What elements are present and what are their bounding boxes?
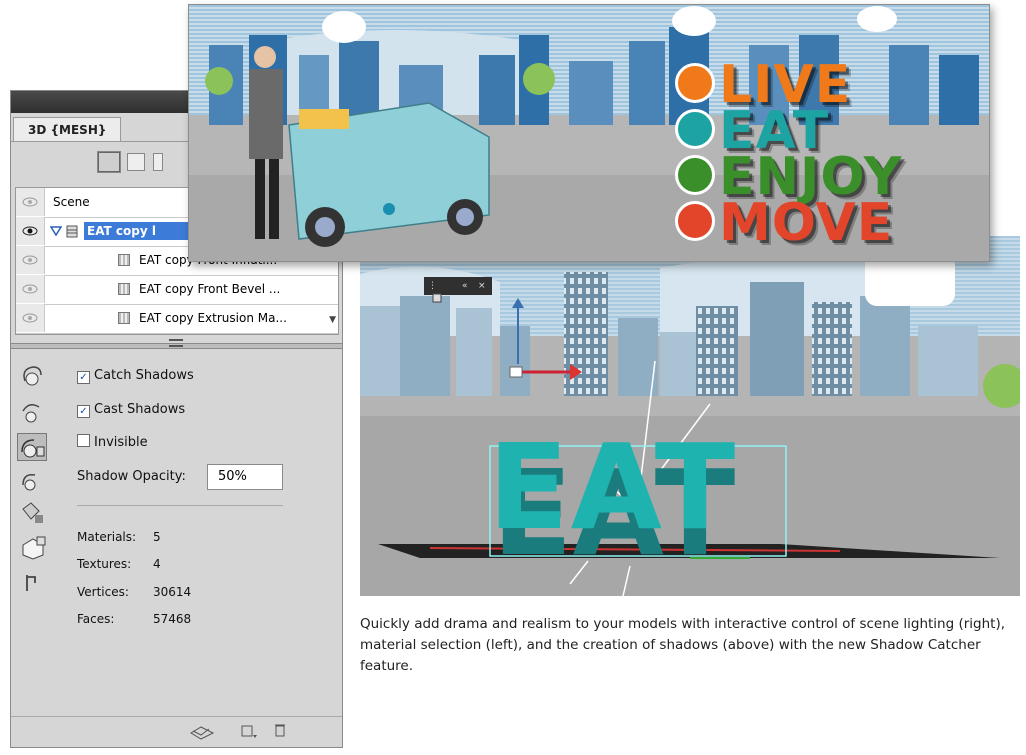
- grab-tool-icon[interactable]: [17, 569, 47, 597]
- faces-stat-label: Faces:: [77, 612, 115, 626]
- widget-collapse-icon[interactable]: «: [462, 277, 468, 295]
- materials-filter-button[interactable]: [153, 153, 163, 171]
- trash-icon[interactable]: [273, 721, 287, 739]
- material-drop-tool-icon[interactable]: [17, 499, 47, 527]
- visibility-eye-icon[interactable]: [16, 275, 45, 303]
- textures-stat: Textures: 4: [77, 557, 161, 571]
- slide-mesh-tool-icon[interactable]: [17, 467, 47, 495]
- visibility-eye-icon[interactable]: [16, 217, 45, 245]
- materials-stat-label: Materials:: [77, 530, 137, 544]
- material-icon: [118, 254, 130, 266]
- home-badge-icon: [675, 63, 715, 103]
- mesh-icon: [66, 225, 78, 238]
- scroll-down-arrow-icon[interactable]: ▼: [329, 315, 336, 325]
- scene-label: Scene: [53, 195, 90, 209]
- drag-mesh-tool-icon[interactable]: [17, 433, 47, 461]
- cast-shadows-option[interactable]: ✓ Cast Shadows: [77, 402, 185, 418]
- materials-stat: Materials: 5: [77, 530, 161, 544]
- roll-mesh-tool-icon[interactable]: [17, 397, 47, 425]
- banner-word-move: MOVE: [719, 193, 894, 253]
- scene-filter-button[interactable]: [97, 151, 121, 173]
- options-separator: [77, 505, 283, 506]
- caption-text: Quickly add drama and realism to your mo…: [360, 616, 1006, 674]
- material-icon: [118, 312, 130, 324]
- invisible-option[interactable]: Invisible: [77, 434, 148, 450]
- materials-stat-value: 5: [153, 530, 161, 544]
- toggle-ground-plane-icon[interactable]: [189, 723, 215, 741]
- textures-stat-value: 4: [153, 557, 161, 571]
- panel-bottom-bar: [11, 716, 342, 747]
- visibility-eye-icon[interactable]: [16, 246, 45, 274]
- tree-badge-icon: [675, 155, 715, 195]
- material-row[interactable]: EAT copy Front Bevel ...: [16, 275, 338, 305]
- material-label: EAT copy Extrusion Ma...: [139, 311, 287, 325]
- material-icon: [118, 283, 130, 295]
- material-row[interactable]: EAT copy Extrusion Ma... ▼: [16, 304, 338, 334]
- catch-shadows-option[interactable]: ✓ Catch Shadows: [77, 368, 194, 384]
- tab-3d-mesh[interactable]: 3D {MESH}: [13, 117, 122, 142]
- widget-close-icon[interactable]: ×: [478, 277, 486, 295]
- cast-shadows-label: Cast Shadows: [94, 402, 186, 417]
- shadow-opacity-input[interactable]: 50%: [207, 464, 283, 490]
- new-light-icon[interactable]: [239, 723, 259, 741]
- cast-shadows-checkbox[interactable]: ✓: [77, 405, 90, 418]
- invisible-label: Invisible: [94, 435, 148, 450]
- catch-shadows-label: Catch Shadows: [94, 368, 194, 383]
- material-label: EAT copy Front Bevel ...: [139, 282, 281, 296]
- eat-3d-model[interactable]: EAT: [488, 428, 737, 546]
- shadow-opacity-label: Shadow Opacity:: [77, 469, 186, 484]
- faces-stat: Faces: 57468: [77, 612, 191, 626]
- visibility-eye-icon[interactable]: [16, 304, 45, 332]
- banner-image: LIVE EAT ENJOY MOVE: [188, 4, 990, 262]
- rotate-mesh-tool-icon[interactable]: [17, 361, 47, 389]
- textures-stat-label: Textures:: [77, 557, 132, 571]
- fork-badge-icon: [675, 109, 715, 149]
- move-badge-icon: [675, 201, 715, 241]
- vertices-stat: Vertices: 30614: [77, 585, 191, 599]
- vertices-stat-value: 30614: [153, 585, 192, 599]
- camera-widget-icon[interactable]: [432, 292, 442, 304]
- mesh-filter-button[interactable]: [127, 153, 145, 171]
- splitter-grip-icon[interactable]: [169, 339, 183, 347]
- catch-shadows-checkbox[interactable]: ✓: [77, 371, 90, 384]
- invisible-checkbox[interactable]: [77, 434, 90, 447]
- new-light-tool-icon[interactable]: [17, 533, 47, 561]
- expand-triangle-icon[interactable]: [50, 226, 62, 236]
- visibility-eye-icon[interactable]: [16, 188, 45, 216]
- vertices-stat-label: Vertices:: [77, 585, 129, 599]
- faces-stat-value: 57468: [153, 612, 192, 626]
